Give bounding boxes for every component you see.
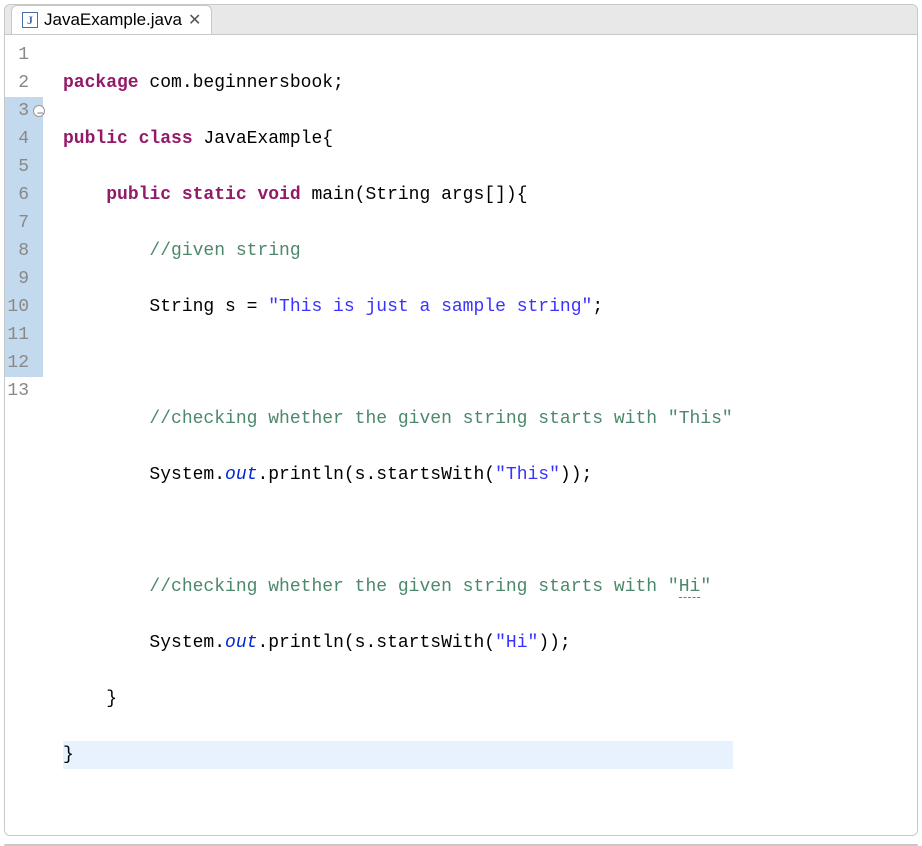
- line-gutter: 1 2 3 4 5 6 7 8 9 10 11 12 13: [5, 41, 49, 825]
- java-file-icon: J: [22, 12, 38, 28]
- code-content[interactable]: package com.beginnersbook; public class …: [49, 41, 733, 825]
- code-editor[interactable]: 1 2 3 4 5 6 7 8 9 10 11 12 13 package co…: [5, 35, 917, 835]
- close-icon[interactable]: ✕: [188, 10, 201, 30]
- editor-tab-javaexample[interactable]: J JavaExample.java ✕: [11, 5, 212, 34]
- editor-tab-label: JavaExample.java: [44, 10, 182, 30]
- editor-tab-bar: J JavaExample.java ✕: [5, 5, 917, 35]
- editor-panel: J JavaExample.java ✕ 1 2 3 4 5 6 7 8 9 1…: [4, 4, 918, 836]
